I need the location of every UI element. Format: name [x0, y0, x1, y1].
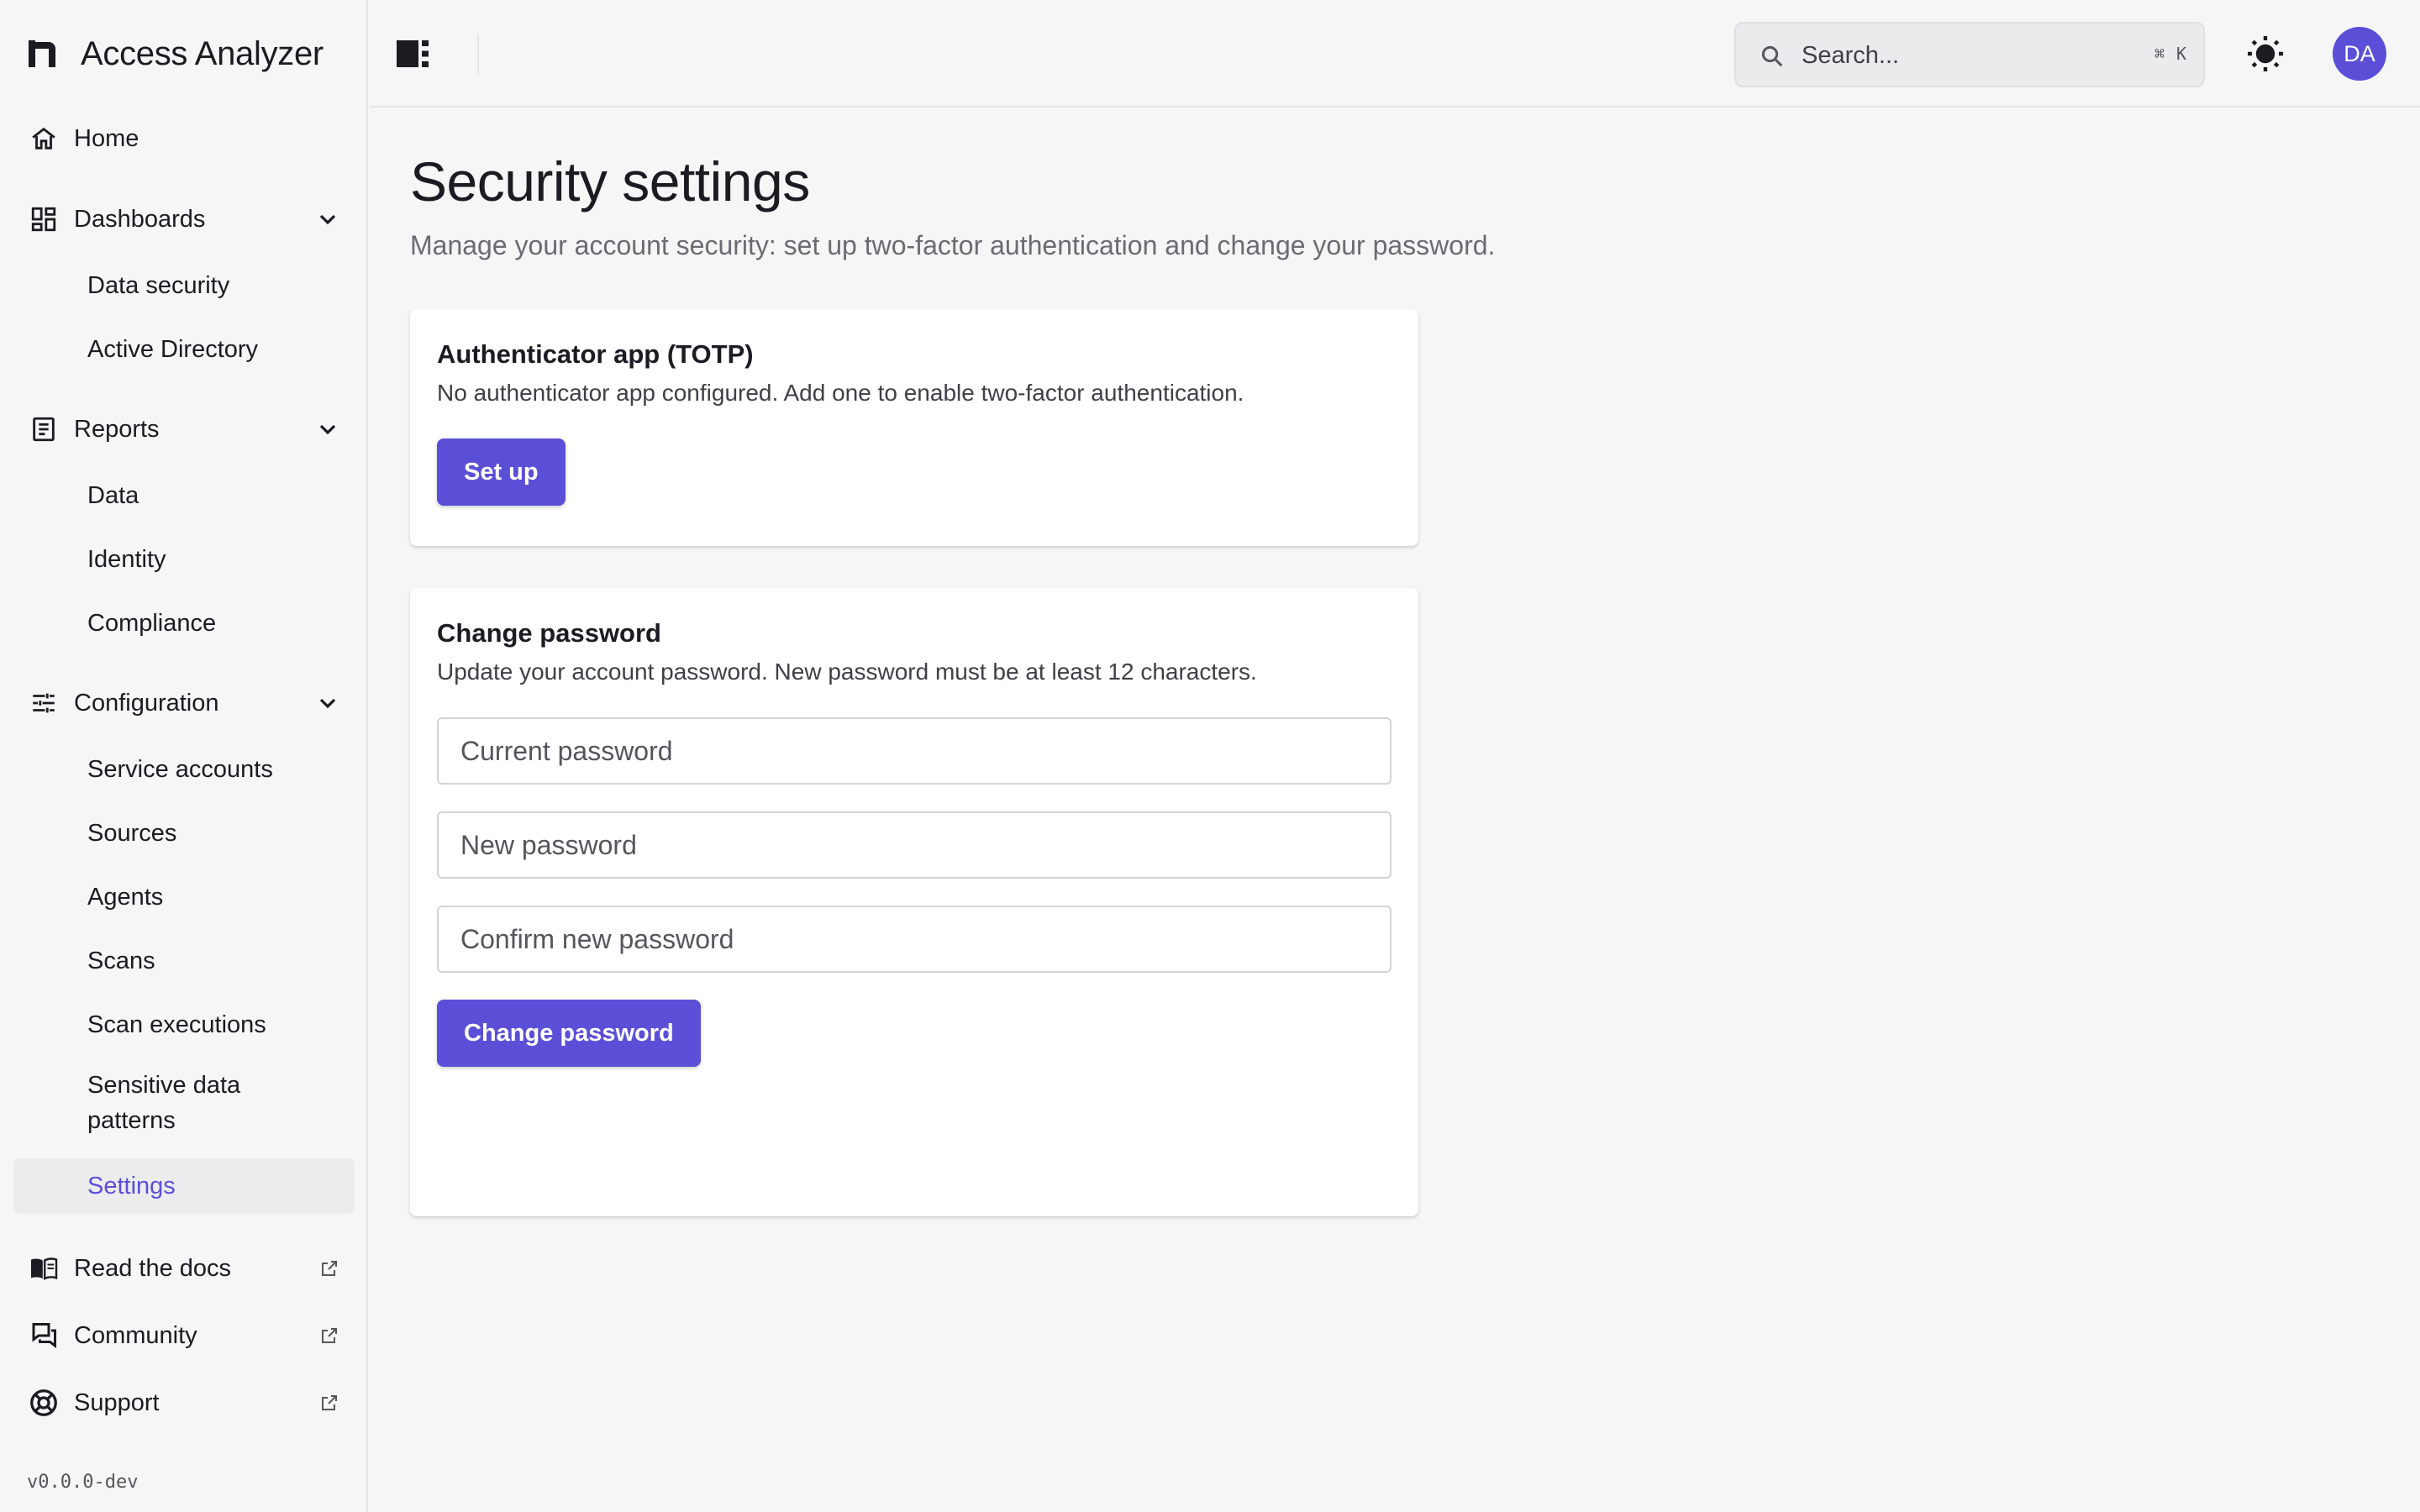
sidebar-toggle-icon[interactable]	[395, 37, 430, 71]
sidebar-item-service-accounts[interactable]: Service accounts	[13, 742, 355, 797]
sidebar-item-identity[interactable]: Identity	[13, 532, 355, 587]
sidebar-item-label: Sources	[87, 820, 177, 847]
sidebar-item-label: Active Directory	[87, 336, 259, 363]
sidebar-group-dashboards[interactable]: Dashboards	[13, 192, 355, 246]
sidebar-link-docs[interactable]: Read the docs	[13, 1242, 355, 1295]
sidebar-group-reports[interactable]: Reports	[13, 402, 355, 456]
sidebar-item-label: Scan executions	[87, 1011, 266, 1038]
sidebar-item-settings[interactable]: Settings	[13, 1158, 355, 1214]
card-title: Authenticator app (TOTP)	[437, 339, 754, 369]
shortcut-key: K	[2176, 44, 2187, 64]
card-description: No authenticator app configured. Add one…	[437, 380, 1244, 406]
chevron-down-icon[interactable]	[314, 416, 341, 443]
page-title: Security settings	[410, 150, 810, 213]
app-root: Access Analyzer Home Dashboards Data sec…	[0, 0, 2420, 1512]
sun-icon[interactable]	[2245, 34, 2286, 74]
sidebar-item-label: Scans	[87, 948, 155, 974]
sidebar-group-label: Reports	[74, 415, 160, 443]
sidebar: Access Analyzer Home Dashboards Data sec…	[0, 0, 368, 1512]
report-icon	[29, 414, 59, 444]
external-link-icon	[322, 1328, 337, 1343]
sidebar-group-label: Configuration	[74, 689, 219, 717]
main-content: Security settings Manage your account se…	[370, 109, 2420, 1512]
totp-card: Authenticator app (TOTP) No authenticato…	[410, 309, 1418, 546]
top-bar: Search... ⌘ K DA	[370, 0, 2420, 108]
sidebar-item-label: Compliance	[87, 610, 217, 637]
sliders-icon	[29, 688, 59, 718]
brand[interactable]: Access Analyzer	[25, 30, 324, 77]
sidebar-item-label: Agents	[87, 884, 164, 911]
new-password-field[interactable]	[437, 811, 1392, 879]
sidebar-item-label: Data	[87, 482, 139, 509]
card-description: Update your account password. New passwo…	[437, 659, 1257, 685]
sidebar-item-label: Sensitive data patterns	[87, 1072, 241, 1134]
sidebar-item-label: Service accounts	[87, 756, 273, 783]
sidebar-item-label: Identity	[87, 546, 166, 573]
sidebar-item-label: Community	[74, 1321, 197, 1349]
sidebar-item-data-security[interactable]: Data security	[13, 258, 355, 313]
search-input[interactable]: Search... ⌘ K	[1734, 22, 2205, 87]
sidebar-item-label: Data security	[87, 272, 230, 299]
sidebar-item-label: Settings	[87, 1173, 176, 1200]
change-password-button[interactable]: Change password	[437, 1000, 701, 1067]
sidebar-item-agents[interactable]: Agents	[13, 869, 355, 925]
chevron-down-icon[interactable]	[314, 206, 341, 233]
sidebar-link-support[interactable]: Support	[13, 1376, 355, 1430]
sidebar-group-label: Dashboards	[74, 205, 206, 233]
sidebar-item-sources[interactable]: Sources	[13, 806, 355, 861]
shortcut-modifier: ⌘	[2154, 44, 2165, 64]
page-subtitle: Manage your account security: set up two…	[410, 230, 1496, 260]
home-icon	[29, 123, 59, 154]
sidebar-item-sensitive-data-patterns[interactable]: Sensitive data patterns	[13, 1061, 355, 1145]
sidebar-item-home[interactable]: Home	[13, 112, 355, 165]
external-link-icon	[322, 1261, 337, 1276]
setup-totp-button[interactable]: Set up	[437, 438, 566, 506]
confirm-password-field[interactable]	[437, 906, 1392, 973]
sidebar-item-active-directory[interactable]: Active Directory	[13, 322, 355, 377]
sidebar-item-label: Support	[74, 1389, 160, 1416]
sidebar-item-scans[interactable]: Scans	[13, 933, 355, 989]
card-title: Change password	[437, 618, 661, 648]
current-password-field[interactable]	[437, 717, 1392, 785]
lifebuoy-icon	[29, 1388, 59, 1418]
chat-icon	[29, 1320, 59, 1351]
search-icon	[1761, 45, 1783, 67]
change-password-card: Change password Update your account pass…	[410, 588, 1418, 1216]
header-divider	[477, 34, 479, 74]
logo-icon	[29, 40, 55, 67]
sidebar-item-label: Home	[74, 124, 139, 152]
sidebar-item-scan-executions[interactable]: Scan executions	[13, 997, 355, 1053]
search-placeholder: Search...	[1802, 42, 1900, 69]
book-icon	[29, 1253, 59, 1284]
sidebar-group-configuration[interactable]: Configuration	[13, 676, 355, 730]
avatar[interactable]: DA	[2333, 27, 2386, 81]
sidebar-item-data[interactable]: Data	[13, 468, 355, 523]
dashboard-icon	[29, 204, 59, 234]
chevron-down-icon[interactable]	[314, 690, 341, 717]
app-name: Access Analyzer	[81, 34, 324, 72]
app-version: v0.0.0-dev	[27, 1472, 139, 1493]
sidebar-item-compliance[interactable]: Compliance	[13, 596, 355, 651]
sidebar-item-label: Read the docs	[74, 1254, 232, 1282]
external-link-icon	[322, 1395, 337, 1410]
sidebar-link-community[interactable]: Community	[13, 1309, 355, 1362]
